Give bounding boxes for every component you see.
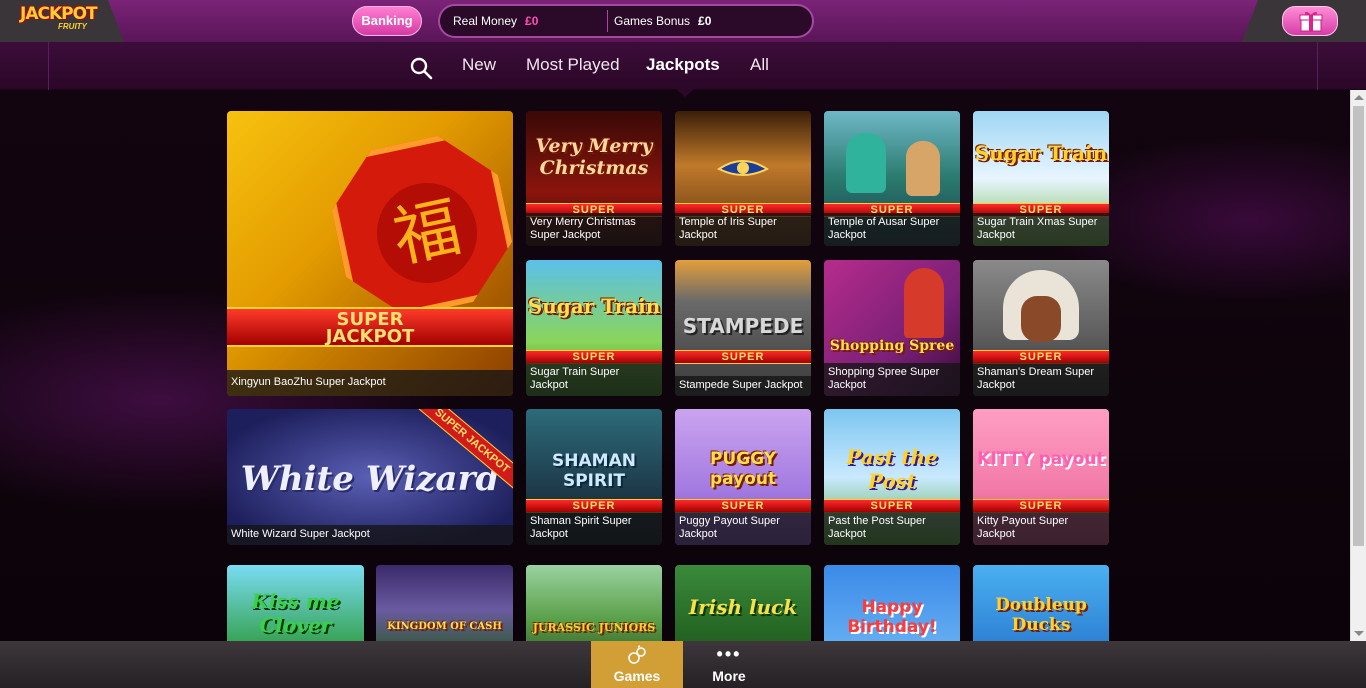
banking-button[interactable]: Banking bbox=[352, 6, 422, 36]
game-tile-xingyun-baozhu[interactable]: 福 SUPER JACKPOT Xingyun BaoZhu Super Jac… bbox=[227, 111, 513, 396]
game-art-title: Sugar Train bbox=[527, 294, 661, 318]
game-art-title: Past the Post bbox=[846, 445, 938, 493]
eye-of-horus-icon bbox=[717, 160, 769, 176]
game-tile[interactable]: Shopping Spree Shopping Spree Super Jack… bbox=[824, 260, 960, 396]
game-art-title: Doubleup Ducks bbox=[995, 595, 1087, 635]
balance-box[interactable]: Real Money £0 Games Bonus £0 bbox=[438, 4, 814, 38]
top-header: JACKPOT FRUITY Banking Real Money £0 Game… bbox=[0, 0, 1366, 42]
game-art-title: Kiss me Clover bbox=[251, 589, 340, 637]
game-art-title: JURASSIC JUNIORS bbox=[532, 621, 656, 634]
game-caption: Kitty Payout Super Jackpot bbox=[973, 512, 1109, 545]
nav-tab-all[interactable]: All bbox=[750, 55, 769, 75]
game-tile[interactable]: Past the Post SUPER Past the Post Super … bbox=[824, 409, 960, 545]
game-tile[interactable]: SUPER Temple of Ausar Super Jackpot bbox=[824, 111, 960, 246]
super-jackpot-banner: SUPER JACKPOT bbox=[227, 307, 513, 347]
vertical-scrollbar[interactable] bbox=[1350, 90, 1366, 641]
shopper-figure bbox=[904, 268, 944, 338]
game-tile[interactable]: Sugar Train SUPER Sugar Train Super Jack… bbox=[526, 260, 662, 396]
game-tile[interactable]: SUPER Shaman's Dream Super Jackpot bbox=[973, 260, 1109, 396]
game-caption: Past the Post Super Jackpot bbox=[824, 512, 960, 545]
real-money-value: £0 bbox=[525, 14, 539, 28]
game-caption: Xingyun BaoZhu Super Jackpot bbox=[227, 370, 513, 396]
bottom-tab-bar: Games ••• More bbox=[0, 641, 1366, 688]
banner-line-2: JACKPOT bbox=[325, 326, 415, 347]
logo-text: JACKPOT bbox=[20, 4, 98, 24]
tab-more[interactable]: ••• More bbox=[683, 641, 775, 688]
games-bonus-balance: Games Bonus £0 bbox=[614, 6, 711, 36]
games-bonus-label: Games Bonus bbox=[614, 14, 691, 28]
nav-tab-most-played[interactable]: Most Played bbox=[526, 55, 620, 75]
chief-face bbox=[1021, 296, 1061, 342]
super-jackpot-band: SUPER bbox=[824, 499, 960, 513]
game-caption: Very Merry Christmas Super Jackpot bbox=[526, 213, 662, 246]
game-tile[interactable]: SUPER Temple of Iris Super Jackpot bbox=[675, 111, 811, 246]
game-tile[interactable]: Sugar Train SUPER Sugar Train Xmas Super… bbox=[973, 111, 1109, 246]
nav-tab-new[interactable]: New bbox=[462, 55, 496, 75]
game-caption: Shaman's Dream Super Jackpot bbox=[973, 363, 1109, 396]
game-art-title: KITTY payout bbox=[977, 449, 1105, 469]
gift-icon bbox=[1299, 11, 1323, 32]
scroll-down-arrow-icon[interactable] bbox=[1354, 631, 1364, 636]
game-art-title: Very Merry Christmas bbox=[535, 135, 653, 179]
casino-lobby-page: JACKPOT FRUITY Banking Real Money £0 Game… bbox=[0, 0, 1366, 688]
game-art-title: PUGGY payout bbox=[709, 449, 777, 489]
super-jackpot-band: SUPER bbox=[973, 350, 1109, 364]
real-money-balance: Real Money £0 bbox=[453, 6, 538, 36]
tab-more-label: More bbox=[712, 668, 746, 684]
game-tile[interactable]: STAMPEDE SUPER Stampede Super Jackpot bbox=[675, 260, 811, 396]
super-jackpot-band: SUPER bbox=[526, 350, 662, 364]
game-art-title: Sugar Train bbox=[974, 141, 1108, 165]
real-money-label: Real Money bbox=[453, 14, 518, 28]
game-tile[interactable]: White Wizard SUPER JACKPOT White Wizard … bbox=[227, 409, 513, 545]
game-caption: Shopping Spree Super Jackpot bbox=[824, 363, 960, 396]
nav-separator bbox=[1317, 42, 1318, 90]
game-art-title: Happy Birthday! bbox=[847, 597, 937, 637]
game-caption: Sugar Train Super Jackpot bbox=[526, 363, 662, 396]
super-jackpot-band: SUPER bbox=[526, 499, 662, 513]
game-tile[interactable]: Very Merry Christmas SUPER Very Merry Ch… bbox=[526, 111, 662, 246]
super-jackpot-band: SUPER bbox=[675, 350, 811, 364]
game-art-title: Shopping Spree bbox=[829, 338, 955, 354]
logo-subtext: FRUITY bbox=[58, 22, 87, 31]
tab-games-label: Games bbox=[613, 668, 661, 684]
super-jackpot-band: SUPER bbox=[973, 499, 1109, 513]
jackpot-fruity-logo[interactable]: JACKPOT FRUITY bbox=[20, 4, 102, 36]
scroll-up-arrow-icon[interactable] bbox=[1354, 95, 1364, 100]
games-bonus-value: £0 bbox=[698, 14, 712, 28]
super-jackpot-band: SUPER bbox=[675, 499, 811, 513]
more-icon: ••• bbox=[716, 644, 742, 664]
game-art-title: KINGDOM OF CASH bbox=[387, 621, 502, 632]
nav-tab-jackpots[interactable]: Jackpots bbox=[646, 55, 720, 75]
game-tile[interactable]: KITTY payout SUPER Kitty Payout Super Ja… bbox=[973, 409, 1109, 545]
game-tile[interactable]: SHAMAN SPIRIT SUPER Shaman Spirit Super … bbox=[526, 409, 662, 545]
pharaoh-figure bbox=[846, 133, 886, 193]
game-tile[interactable]: PUGGY payout SUPER Puggy Payout Super Ja… bbox=[675, 409, 811, 545]
game-art-title: Irish luck bbox=[688, 595, 798, 619]
balance-divider bbox=[607, 10, 608, 32]
active-tab-pointer bbox=[676, 89, 694, 97]
game-caption: Temple of Iris Super Jackpot bbox=[675, 213, 811, 246]
nav-separator bbox=[48, 42, 49, 90]
game-art-title: STAMPEDE bbox=[682, 314, 804, 338]
games-icon bbox=[628, 645, 646, 664]
game-caption: Stampede Super Jackpot bbox=[675, 376, 811, 396]
queen-figure bbox=[906, 141, 940, 196]
game-caption: Puggy Payout Super Jackpot bbox=[675, 512, 811, 545]
scroll-thumb[interactable] bbox=[1353, 106, 1364, 546]
game-caption: Temple of Ausar Super Jackpot bbox=[824, 213, 960, 246]
game-caption: Sugar Train Xmas Super Jackpot bbox=[973, 213, 1109, 246]
game-art-title: SHAMAN SPIRIT bbox=[552, 451, 636, 491]
gift-button[interactable] bbox=[1282, 6, 1338, 36]
search-icon[interactable] bbox=[409, 56, 433, 80]
game-caption: Shaman Spirit Super Jackpot bbox=[526, 512, 662, 545]
game-caption: White Wizard Super Jackpot bbox=[227, 525, 513, 545]
tab-games[interactable]: Games bbox=[591, 641, 683, 688]
game-art-title: White Wizard bbox=[240, 459, 500, 499]
category-nav: New Most Played Jackpots All bbox=[0, 42, 1366, 90]
